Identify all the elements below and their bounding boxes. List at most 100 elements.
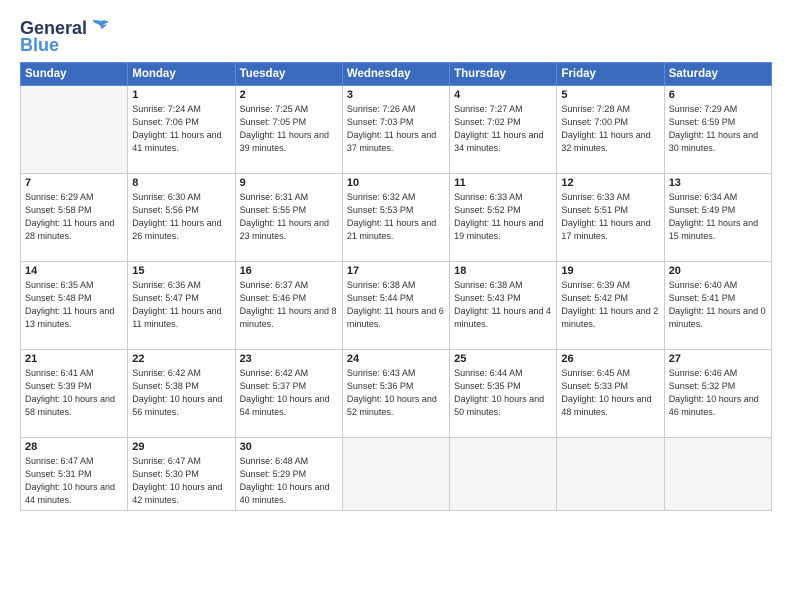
logo: General Blue	[20, 18, 111, 56]
weekday-header-saturday: Saturday	[664, 63, 771, 86]
day-number: 23	[240, 353, 338, 365]
day-number: 5	[561, 89, 659, 101]
day-info: Sunrise: 6:47 AMSunset: 5:30 PMDaylight:…	[132, 455, 230, 507]
day-number: 10	[347, 177, 445, 189]
day-info: Sunrise: 6:38 AMSunset: 5:43 PMDaylight:…	[454, 279, 552, 331]
calendar-cell	[342, 438, 449, 511]
day-info: Sunrise: 6:30 AMSunset: 5:56 PMDaylight:…	[132, 191, 230, 243]
day-info: Sunrise: 6:36 AMSunset: 5:47 PMDaylight:…	[132, 279, 230, 331]
day-number: 20	[669, 265, 767, 277]
weekday-header-thursday: Thursday	[450, 63, 557, 86]
day-number: 6	[669, 89, 767, 101]
day-number: 7	[25, 177, 123, 189]
day-number: 3	[347, 89, 445, 101]
calendar-cell: 23 Sunrise: 6:42 AMSunset: 5:37 PMDayligh…	[235, 350, 342, 438]
day-info: Sunrise: 6:46 AMSunset: 5:32 PMDaylight:…	[669, 367, 767, 419]
day-number: 28	[25, 441, 123, 453]
calendar-cell	[21, 86, 128, 174]
calendar-cell: 27 Sunrise: 6:46 AMSunset: 5:32 PMDayligh…	[664, 350, 771, 438]
day-info: Sunrise: 6:41 AMSunset: 5:39 PMDaylight:…	[25, 367, 123, 419]
calendar-cell: 10Sunrise: 6:32 AMSunset: 5:53 PMDayligh…	[342, 174, 449, 262]
day-number: 26	[561, 353, 659, 365]
week-row-5: 28 Sunrise: 6:47 AMSunset: 5:31 PMDayligh…	[21, 438, 772, 511]
weekday-header-wednesday: Wednesday	[342, 63, 449, 86]
calendar-cell: 4 Sunrise: 7:27 AMSunset: 7:02 PMDaylight…	[450, 86, 557, 174]
day-number: 16	[240, 265, 338, 277]
day-number: 13	[669, 177, 767, 189]
day-info: Sunrise: 6:42 AMSunset: 5:37 PMDaylight:…	[240, 367, 338, 419]
day-number: 17	[347, 265, 445, 277]
day-info: Sunrise: 6:29 AMSunset: 5:58 PMDaylight:…	[25, 191, 123, 243]
day-info: Sunrise: 6:34 AMSunset: 5:49 PMDaylight:…	[669, 191, 767, 243]
calendar-cell: 3 Sunrise: 7:26 AMSunset: 7:03 PMDaylight…	[342, 86, 449, 174]
calendar-cell: 28 Sunrise: 6:47 AMSunset: 5:31 PMDayligh…	[21, 438, 128, 511]
calendar-cell	[664, 438, 771, 511]
day-info: Sunrise: 7:26 AMSunset: 7:03 PMDaylight:…	[347, 103, 445, 155]
calendar-cell: 20 Sunrise: 6:40 AMSunset: 5:41 PMDayligh…	[664, 262, 771, 350]
calendar-table: SundayMondayTuesdayWednesdayThursdayFrid…	[20, 62, 772, 511]
week-row-2: 7 Sunrise: 6:29 AMSunset: 5:58 PMDaylight…	[21, 174, 772, 262]
day-info: Sunrise: 6:33 AMSunset: 5:51 PMDaylight:…	[561, 191, 659, 243]
calendar-cell: 8 Sunrise: 6:30 AMSunset: 5:56 PMDaylight…	[128, 174, 235, 262]
calendar-cell	[450, 438, 557, 511]
calendar-cell: 1 Sunrise: 7:24 AMSunset: 7:06 PMDaylight…	[128, 86, 235, 174]
day-number: 1	[132, 89, 230, 101]
calendar-cell: 30 Sunrise: 6:48 AMSunset: 5:29 PMDayligh…	[235, 438, 342, 511]
day-number: 9	[240, 177, 338, 189]
calendar-cell: 11 Sunrise: 6:33 AMSunset: 5:52 PMDayligh…	[450, 174, 557, 262]
day-info: Sunrise: 7:27 AMSunset: 7:02 PMDaylight:…	[454, 103, 552, 155]
day-number: 11	[454, 177, 552, 189]
week-row-1: 1 Sunrise: 7:24 AMSunset: 7:06 PMDaylight…	[21, 86, 772, 174]
calendar-cell: 24 Sunrise: 6:43 AMSunset: 5:36 PMDayligh…	[342, 350, 449, 438]
calendar-cell: 12 Sunrise: 6:33 AMSunset: 5:51 PMDayligh…	[557, 174, 664, 262]
day-number: 19	[561, 265, 659, 277]
day-info: Sunrise: 6:33 AMSunset: 5:52 PMDaylight:…	[454, 191, 552, 243]
day-info: Sunrise: 6:31 AMSunset: 5:55 PMDaylight:…	[240, 191, 338, 243]
day-info: Sunrise: 7:24 AMSunset: 7:06 PMDaylight:…	[132, 103, 230, 155]
calendar-cell: 15Sunrise: 6:36 AMSunset: 5:47 PMDayligh…	[128, 262, 235, 350]
logo-bird-icon	[91, 19, 111, 35]
calendar-cell: 29 Sunrise: 6:47 AMSunset: 5:30 PMDayligh…	[128, 438, 235, 511]
day-number: 27	[669, 353, 767, 365]
calendar-cell	[557, 438, 664, 511]
day-info: Sunrise: 6:37 AMSunset: 5:46 PMDaylight:…	[240, 279, 338, 331]
day-info: Sunrise: 6:35 AMSunset: 5:48 PMDaylight:…	[25, 279, 123, 331]
weekday-header-sunday: Sunday	[21, 63, 128, 86]
weekday-header-monday: Monday	[128, 63, 235, 86]
calendar-cell: 7 Sunrise: 6:29 AMSunset: 5:58 PMDaylight…	[21, 174, 128, 262]
calendar-cell: 19Sunrise: 6:39 AMSunset: 5:42 PMDayligh…	[557, 262, 664, 350]
day-info: Sunrise: 6:43 AMSunset: 5:36 PMDaylight:…	[347, 367, 445, 419]
day-number: 30	[240, 441, 338, 453]
day-number: 18	[454, 265, 552, 277]
day-info: Sunrise: 6:40 AMSunset: 5:41 PMDaylight:…	[669, 279, 767, 331]
day-info: Sunrise: 6:48 AMSunset: 5:29 PMDaylight:…	[240, 455, 338, 507]
calendar-cell: 21Sunrise: 6:41 AMSunset: 5:39 PMDayligh…	[21, 350, 128, 438]
day-info: Sunrise: 6:38 AMSunset: 5:44 PMDaylight:…	[347, 279, 445, 331]
day-info: Sunrise: 6:45 AMSunset: 5:33 PMDaylight:…	[561, 367, 659, 419]
day-info: Sunrise: 7:28 AMSunset: 7:00 PMDaylight:…	[561, 103, 659, 155]
weekday-header-row: SundayMondayTuesdayWednesdayThursdayFrid…	[21, 63, 772, 86]
calendar-cell: 9 Sunrise: 6:31 AMSunset: 5:55 PMDaylight…	[235, 174, 342, 262]
calendar-cell: 5 Sunrise: 7:28 AMSunset: 7:00 PMDaylight…	[557, 86, 664, 174]
day-number: 4	[454, 89, 552, 101]
day-info: Sunrise: 7:29 AMSunset: 6:59 PMDaylight:…	[669, 103, 767, 155]
calendar-cell: 22 Sunrise: 6:42 AMSunset: 5:38 PMDayligh…	[128, 350, 235, 438]
page: General Blue SundayMondayTuesdayWednesda…	[0, 0, 792, 612]
weekday-header-friday: Friday	[557, 63, 664, 86]
day-number: 8	[132, 177, 230, 189]
day-number: 29	[132, 441, 230, 453]
day-number: 24	[347, 353, 445, 365]
calendar-cell: 18 Sunrise: 6:38 AMSunset: 5:43 PMDayligh…	[450, 262, 557, 350]
day-info: Sunrise: 6:47 AMSunset: 5:31 PMDaylight:…	[25, 455, 123, 507]
calendar-cell: 17 Sunrise: 6:38 AMSunset: 5:44 PMDayligh…	[342, 262, 449, 350]
day-number: 12	[561, 177, 659, 189]
weekday-header-tuesday: Tuesday	[235, 63, 342, 86]
calendar-cell: 16 Sunrise: 6:37 AMSunset: 5:46 PMDayligh…	[235, 262, 342, 350]
day-info: Sunrise: 6:44 AMSunset: 5:35 PMDaylight:…	[454, 367, 552, 419]
day-number: 2	[240, 89, 338, 101]
day-info: Sunrise: 6:42 AMSunset: 5:38 PMDaylight:…	[132, 367, 230, 419]
day-number: 22	[132, 353, 230, 365]
calendar-cell: 26 Sunrise: 6:45 AMSunset: 5:33 PMDayligh…	[557, 350, 664, 438]
day-info: Sunrise: 7:25 AMSunset: 7:05 PMDaylight:…	[240, 103, 338, 155]
header: General Blue	[20, 18, 772, 56]
